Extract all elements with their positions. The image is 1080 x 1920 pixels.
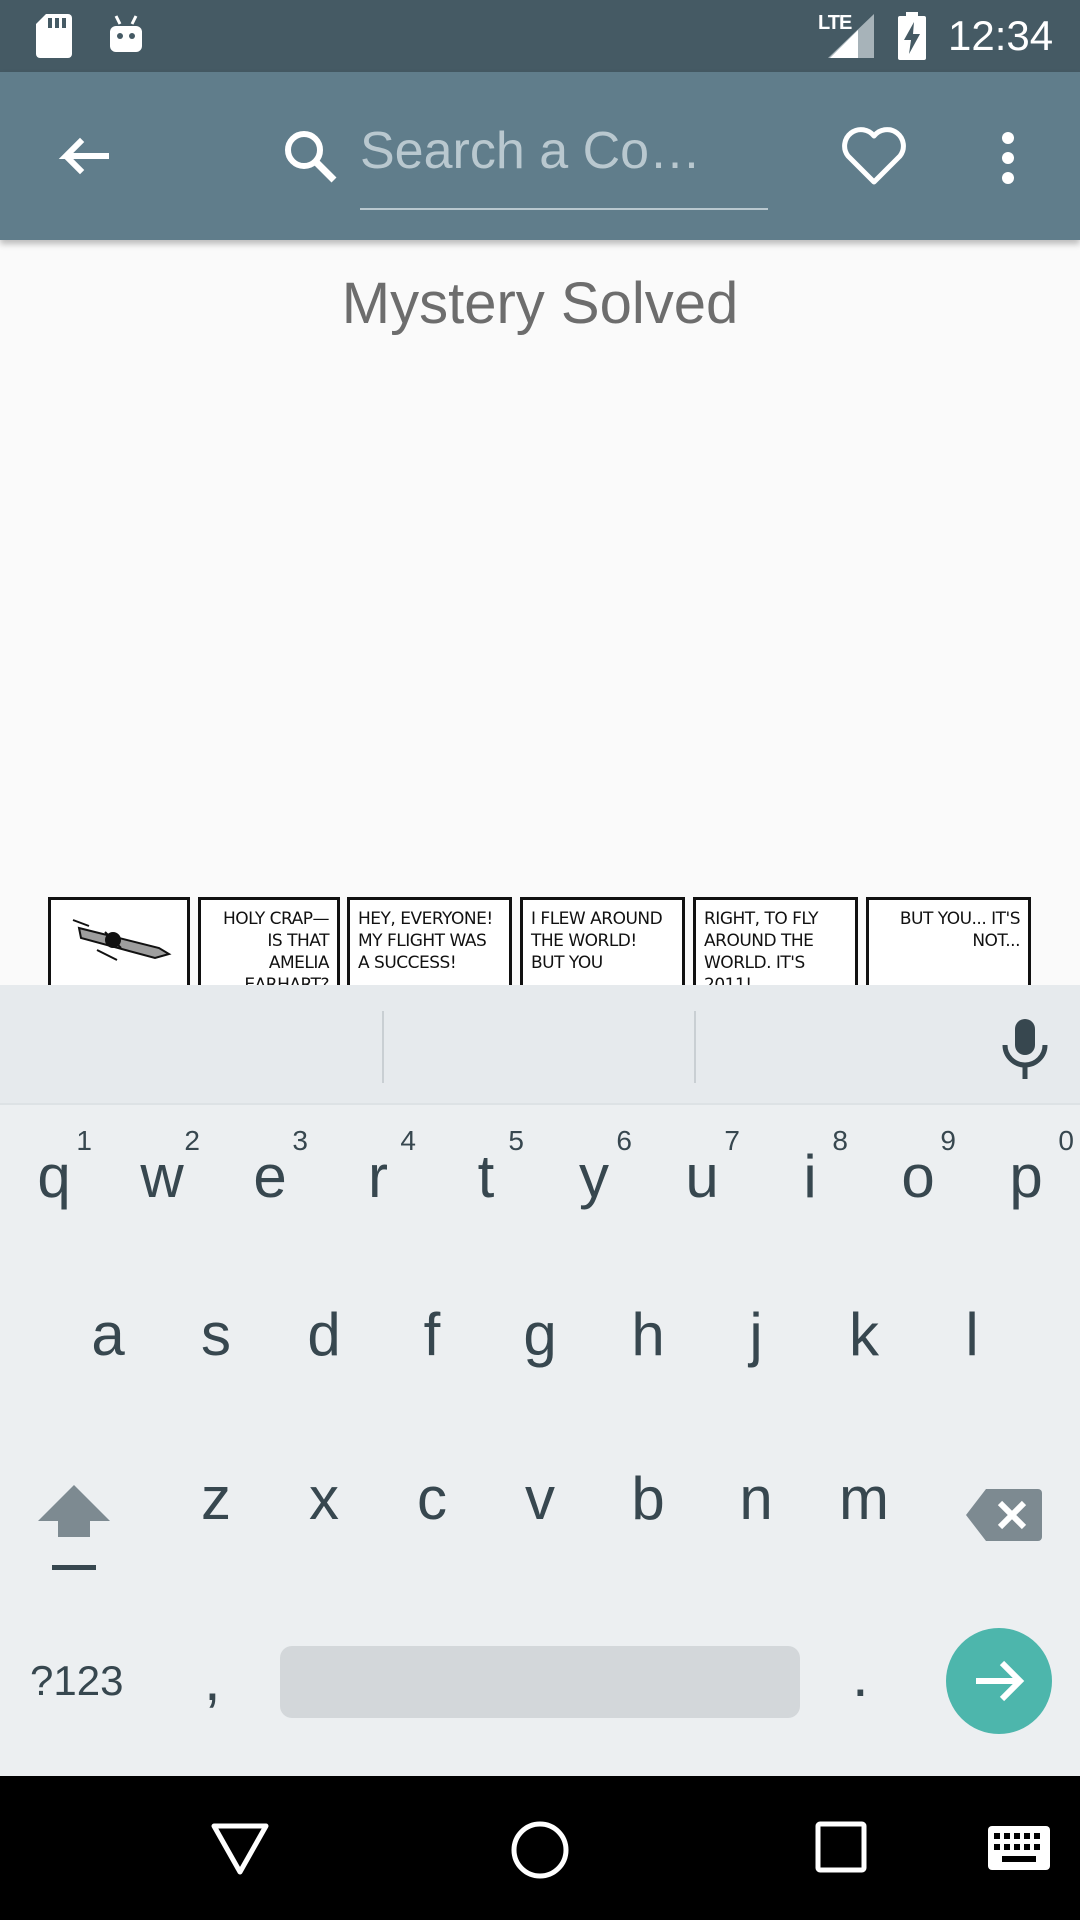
app-bar [0,72,1080,240]
key-q[interactable]: q1 [18,1125,92,1235]
key-f[interactable]: f [396,1303,468,1367]
soft-keyboard: q1 w2 e3 r4 t5 y6 u7 i8 o9 p0 a s d f g … [0,985,1080,1776]
key-o[interactable]: o9 [882,1125,956,1235]
key-a[interactable]: a [72,1303,144,1367]
comic-image[interactable]: HOLY CRAP— IS THAT AMELIA EARHART? HEY, … [48,897,1033,985]
symbols-key[interactable]: ?123 [30,1657,123,1705]
comic-panel: RIGHT, TO FLY AROUND THE WORLD. IT'S 201… [693,897,858,985]
more-vert-icon[interactable] [996,126,1020,190]
comic-panel-text: I FLEW AROUND THE WORLD! BUT YOU [531,909,663,973]
comic-panel-text: BUT YOU... IT'S NOT... [899,909,1021,951]
key-x[interactable]: x [288,1467,360,1531]
key-n[interactable]: n [720,1467,792,1531]
arrow-forward-icon [946,1660,1052,1738]
battery-charging-icon [898,12,926,65]
key-u[interactable]: u7 [666,1125,740,1235]
comic-panel: I FLEW AROUND THE WORLD! BUT YOU [520,897,685,985]
key-g[interactable]: g [504,1303,576,1367]
status-bar: LTE 12:34 [0,0,1080,72]
suggestion-divider [382,1011,384,1083]
backspace-icon[interactable] [966,1487,1042,1543]
comic-content: Mystery Solved HOLY CRAP— IS THAT AMELIA… [0,240,1080,985]
search-input[interactable] [360,122,768,180]
period-key[interactable]: . [852,1641,869,1710]
key-v[interactable]: v [504,1467,576,1531]
airplane-icon [59,919,179,973]
nav-recents-icon[interactable] [814,1820,868,1879]
comic-panel: BUT YOU... IT'S NOT... [866,897,1031,985]
key-z[interactable]: z [180,1467,252,1531]
lte-signal-icon [828,14,874,63]
key-c[interactable]: c [396,1467,468,1531]
search-icon [280,126,344,190]
key-j[interactable]: j [720,1303,792,1367]
key-i[interactable]: i8 [774,1125,848,1235]
key-m[interactable]: m [828,1467,900,1531]
key-d[interactable]: d [288,1303,360,1367]
comic-title: Mystery Solved [341,271,739,336]
key-l[interactable]: l [936,1303,1008,1367]
comic-panel: HOLY CRAP— IS THAT AMELIA EARHART? [198,897,340,985]
suggestion-divider [694,1011,696,1083]
search-underline [360,208,768,210]
keyboard-switch-icon[interactable] [988,1826,1050,1875]
heart-outline-icon[interactable] [840,124,908,188]
key-e[interactable]: e3 [234,1125,308,1235]
android-icon [106,12,146,61]
system-nav-bar [0,1776,1080,1920]
comic-panel-text: HOLY CRAP— IS THAT AMELIA EARHART? [222,909,330,985]
comic-panel-text: RIGHT, TO FLY AROUND THE WORLD. IT'S 201… [704,909,819,985]
key-p[interactable]: p0 [990,1125,1074,1235]
comic-panel: HEY, EVERYONE! MY FLIGHT WAS A SUCCESS! [347,897,512,985]
enter-key[interactable] [946,1628,1052,1734]
key-k[interactable]: k [828,1303,900,1367]
nav-home-icon[interactable] [508,1818,572,1887]
shift-icon[interactable] [36,1483,112,1575]
nav-back-icon[interactable] [210,1818,270,1883]
key-w[interactable]: w2 [126,1125,200,1235]
sd-card-icon [36,14,72,63]
key-r[interactable]: r4 [342,1125,416,1235]
key-h[interactable]: h [612,1303,684,1367]
status-clock: 12:34 [948,12,1054,59]
suggestion-strip [0,985,1080,1105]
arrow-back-icon[interactable] [50,126,114,190]
comic-panel [48,897,190,985]
screen: LTE 12:34 Mystery Solved [0,0,1080,1920]
key-b[interactable]: b [612,1467,684,1531]
key-y[interactable]: y6 [558,1125,632,1235]
key-s[interactable]: s [180,1303,252,1367]
key-t[interactable]: t5 [450,1125,524,1235]
comic-panel-text: HEY, EVERYONE! MY FLIGHT WAS A SUCCESS! [358,909,493,973]
comma-key[interactable]: , [204,1645,221,1714]
mic-icon[interactable] [994,1017,1056,1081]
space-bar[interactable] [280,1646,800,1718]
